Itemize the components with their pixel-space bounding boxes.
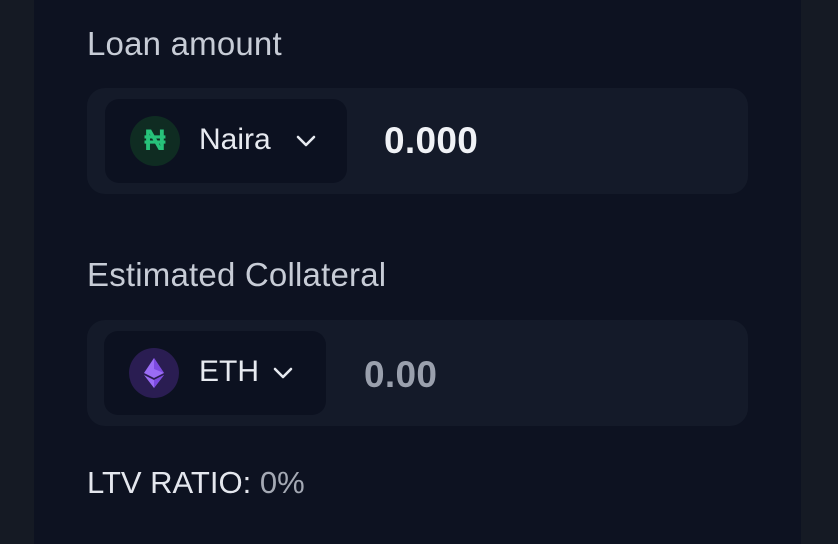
collateral-currency-selector[interactable]: ETH bbox=[104, 331, 326, 415]
loan-amount-input[interactable]: 0.000 bbox=[384, 122, 478, 159]
ltv-ratio-value: 0% bbox=[260, 465, 305, 500]
ethereum-glyph bbox=[142, 357, 166, 389]
collateral-currency-name: ETH bbox=[199, 357, 259, 387]
loan-form-panel: Loan amount ₦ Naira 0.000 Estimated Coll… bbox=[34, 0, 801, 544]
screen: Loan amount ₦ Naira 0.000 Estimated Coll… bbox=[0, 0, 838, 544]
naira-symbol: ₦ bbox=[144, 126, 166, 156]
loan-currency-selector[interactable]: ₦ Naira bbox=[105, 99, 347, 183]
naira-coin-icon: ₦ bbox=[130, 116, 180, 166]
collateral-amount-value: 0.00 bbox=[364, 356, 437, 393]
estimated-collateral-label: Estimated Collateral bbox=[87, 258, 386, 291]
chevron-down-icon bbox=[295, 134, 317, 148]
loan-amount-field: ₦ Naira 0.000 bbox=[87, 88, 748, 194]
loan-amount-label: Loan amount bbox=[87, 27, 282, 60]
ethereum-icon bbox=[129, 348, 179, 398]
ltv-ratio: LTV RATIO: 0% bbox=[87, 467, 305, 498]
loan-currency-name: Naira bbox=[199, 125, 271, 155]
chevron-down-icon bbox=[272, 366, 294, 380]
ltv-ratio-label: LTV RATIO: bbox=[87, 465, 251, 500]
collateral-field: ETH 0.00 bbox=[87, 320, 748, 426]
